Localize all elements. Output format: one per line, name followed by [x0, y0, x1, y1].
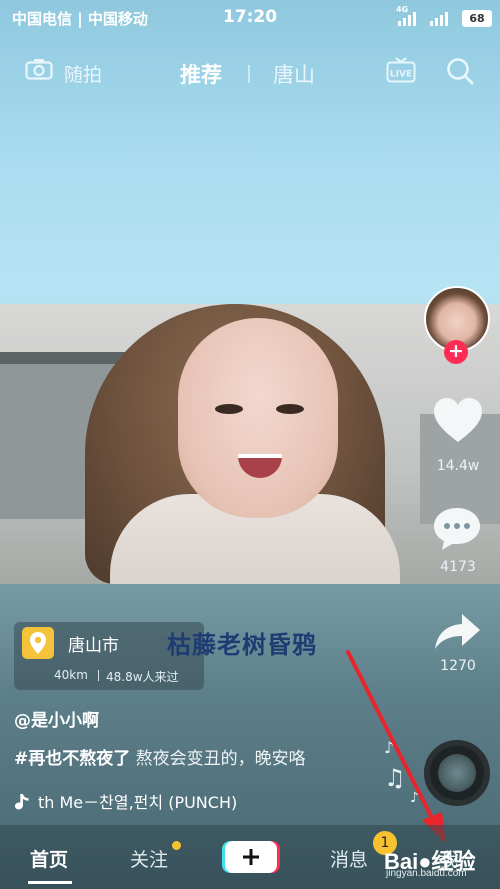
battery-icon: 68: [462, 10, 492, 27]
tiktok-note-icon: [15, 794, 29, 810]
baidu-url: jingyan.baidu.com: [386, 868, 467, 879]
comment-icon[interactable]: [432, 506, 482, 552]
caption-text: 熬夜会变丑的，晚安咯: [130, 749, 306, 769]
location-city: 唐山市: [68, 636, 119, 656]
tab-recommend[interactable]: 推荐: [180, 59, 222, 89]
live-label: LIVE: [390, 70, 412, 80]
comment-count: 4173: [440, 559, 476, 575]
signal-icon-2: [430, 10, 452, 26]
status-bar: 中国电信 | 中国移动 17:20 4G 68: [0, 0, 500, 36]
status-time: 17:20: [222, 7, 278, 27]
nav-home-underline: [28, 881, 72, 884]
follow-notification-dot: [172, 841, 181, 850]
video-caption: #再也不熬夜了 熬夜会变丑的，晚安咯: [14, 744, 306, 769]
music-title-text: th Me－찬열,펀치 (PUNCH): [38, 793, 238, 812]
location-pin-icon: [22, 627, 54, 659]
author-handle[interactable]: @是小小啊: [14, 706, 99, 731]
search-icon[interactable]: [445, 56, 475, 86]
live-icon[interactable]: LIVE: [386, 57, 416, 83]
nav-follow[interactable]: 关注: [130, 845, 168, 872]
music-title[interactable]: th Me－찬열,펀치 (PUNCH): [14, 789, 237, 813]
location-distance: 40km: [54, 668, 88, 682]
person-face: [178, 318, 338, 518]
video-frame[interactable]: [0, 304, 500, 584]
caption-hashtag[interactable]: #再也不熬夜了: [14, 749, 130, 769]
heart-icon[interactable]: [432, 396, 484, 444]
top-nav: 随拍 推荐 唐山 LIVE: [0, 50, 500, 94]
watermark-text: 枯藤老树昏鸦: [167, 631, 317, 659]
location-visitors: 48.8w人来过: [106, 670, 179, 684]
tab-divider: [248, 65, 250, 83]
camera-label[interactable]: 随拍: [64, 60, 102, 87]
create-plus-button[interactable]: [222, 839, 280, 875]
follow-plus-button[interactable]: +: [444, 340, 468, 364]
nav-home[interactable]: 首页: [30, 845, 68, 872]
annotation-arrow: [346, 650, 446, 844]
tab-city[interactable]: 唐山: [273, 59, 315, 89]
like-count: 14.4w: [436, 458, 480, 474]
nav-messages[interactable]: 消息: [330, 845, 368, 872]
signal-icon: [398, 10, 420, 26]
camera-icon[interactable]: [25, 58, 53, 80]
